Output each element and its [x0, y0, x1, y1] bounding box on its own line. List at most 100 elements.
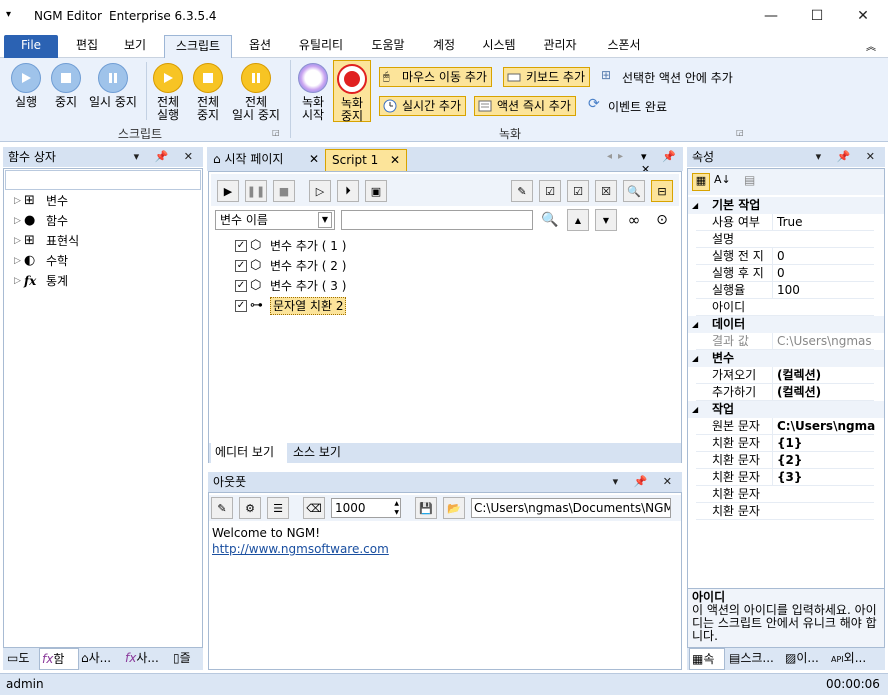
property-row[interactable]: 아이디 [696, 299, 874, 316]
step-over-button[interactable]: ▣ [365, 180, 387, 202]
run-script-button[interactable]: ▶ [217, 180, 239, 202]
panel-controls[interactable]: ▾ 📌 ✕ [613, 472, 678, 492]
property-row[interactable]: 가져오기 (컬렉션) [696, 367, 874, 384]
stop-all-button[interactable]: 전체 중지 [190, 63, 226, 122]
output-link[interactable]: http://www.ngmsoftware.com [212, 542, 389, 556]
search-icon[interactable]: 🔍 [539, 209, 561, 231]
add-action-now-button[interactable]: 액션 즉시 추가 [474, 96, 576, 116]
tab-user[interactable]: ⌂사... [79, 648, 123, 670]
line-count-stepper[interactable]: 1000 ▲ ▼ [331, 498, 401, 518]
property-row[interactable]: 실행율 100 [696, 282, 874, 299]
property-row[interactable]: 설명 [696, 231, 874, 248]
tab-user-fx[interactable]: fx사... [123, 648, 169, 670]
property-row[interactable]: 치환 문자 {1} [696, 435, 874, 452]
log-path-field[interactable]: C:\Users\ngmas\Documents\NGM6\ [471, 498, 671, 518]
tree-item-statistics[interactable]: ▷ fx 통계 [14, 271, 68, 291]
tab-doc[interactable]: ▭도 [5, 648, 39, 670]
run-all-button[interactable]: 전체 실행 [150, 63, 186, 122]
tab-nav-icons[interactable]: ◂▸ [607, 151, 629, 162]
panel-controls[interactable]: ▾ 📌 ✕ [816, 147, 881, 167]
pause-button[interactable]: 일시 중지 [86, 63, 140, 109]
panel-controls[interactable]: ▾ 📌 ✕ [134, 147, 199, 167]
property-row[interactable]: 원본 문자 C:\Users\ngma [696, 418, 875, 435]
stop-script-button[interactable]: ■ [273, 180, 295, 202]
collapse-icon[interactable]: ◢ [692, 197, 698, 214]
menu-admin[interactable]: 관리자 [534, 35, 586, 58]
pause-script-button[interactable]: ❚❚ [245, 180, 267, 202]
brush-icon[interactable]: ✎ [211, 497, 233, 519]
record-stop-button[interactable]: 녹화 중지 [333, 60, 371, 123]
expand-icon[interactable]: ▷ [14, 191, 24, 211]
action-row-selected[interactable]: ✓ ⊶ 문자열 치환 2 [235, 296, 347, 316]
menu-options[interactable]: 옵션 [238, 35, 282, 58]
collapse-icon[interactable]: ◢ [692, 316, 698, 333]
add-keyboard-button[interactable]: 키보드 추가 [503, 67, 591, 87]
collapse-icon[interactable]: ◢ [692, 401, 698, 418]
tab-source-view[interactable]: 소스 보기 [289, 443, 349, 463]
record-start-button[interactable]: 녹화 시작 [296, 63, 330, 122]
group-expand-icon[interactable]: ◲ [272, 128, 280, 137]
add-mouse-move-button[interactable]: 🖱 마우스 이동 추가 [379, 67, 492, 87]
group-expand-icon-2[interactable]: ◲ [736, 128, 744, 137]
more-icon[interactable]: ⊙ [651, 209, 673, 231]
menu-file[interactable]: File [4, 35, 58, 58]
action-checkbox[interactable]: ✓ [235, 240, 247, 252]
check-icon[interactable]: ☑ [567, 180, 589, 202]
action-checkbox[interactable]: ✓ [235, 280, 247, 292]
action-checkbox[interactable]: ✓ [235, 300, 247, 312]
action-row[interactable]: ✓ ⬡ 변수 추가 ( 2 ) [235, 256, 346, 276]
menu-utility[interactable]: 유틸리티 [290, 35, 352, 58]
close-button[interactable]: ✕ [840, 0, 886, 32]
minimize-button[interactable]: — [748, 0, 794, 32]
property-category[interactable]: ◢ 데이터 [688, 316, 884, 333]
step-into-button[interactable]: ⏵ [337, 180, 359, 202]
folder-icon[interactable]: 📂 [443, 497, 465, 519]
tab-scripts[interactable]: ▤스크... [727, 648, 783, 670]
tab-script-1[interactable]: Script 1 ✕ [325, 149, 407, 171]
tab-function[interactable]: fx함 [39, 648, 79, 670]
step-button[interactable]: ▷ [309, 180, 331, 202]
property-row[interactable]: 추가하기 (컬렉션) [696, 384, 874, 401]
variable-search-input[interactable] [341, 210, 533, 230]
edit-icon[interactable]: ✎ [511, 180, 533, 202]
tab-editor-view[interactable]: 에디터 보기 [211, 443, 287, 463]
check-all-icon[interactable]: ☑ [539, 180, 561, 202]
settings-page-icon[interactable]: ⚙ [239, 497, 261, 519]
add-inside-button[interactable]: 선택한 액션 안에 추가 [622, 69, 733, 86]
tab-external[interactable]: API외... [829, 648, 883, 670]
move-down-button[interactable]: ▼ [595, 209, 617, 231]
property-category[interactable]: ◢ 작업 [688, 401, 884, 418]
action-row[interactable]: ✓ ⬡ 변수 추가 ( 3 ) [235, 276, 346, 296]
run-button[interactable]: 실행 [8, 63, 44, 109]
find-icon[interactable]: 🔍 [623, 180, 645, 202]
expand-icon[interactable]: ▷ [14, 251, 24, 271]
tree-item-math[interactable]: ▷ ◐ 수학 [14, 251, 68, 271]
function-search-input[interactable] [5, 170, 201, 190]
tree-item-expression[interactable]: ▷ ⊞ 표현식 [14, 231, 79, 251]
property-row[interactable]: 치환 문자 {2} [696, 452, 874, 469]
save-icon[interactable]: 💾 [415, 497, 437, 519]
expand-icon[interactable]: ▷ [14, 211, 24, 231]
property-row[interactable]: 사용 여부 True [696, 214, 874, 231]
move-up-button[interactable]: ▲ [567, 209, 589, 231]
add-realtime-button[interactable]: 실시간 추가 [379, 96, 467, 116]
stop-button[interactable]: 중지 [48, 63, 84, 109]
action-checkbox[interactable]: ✓ [235, 260, 247, 272]
property-category[interactable]: ◢ 변수 [688, 350, 884, 367]
property-row[interactable]: 결과 값 C:\Users\ngmas [696, 333, 874, 350]
property-row[interactable]: 치환 문자 {3} [696, 469, 874, 486]
close-tab-icon[interactable]: ✕ [309, 149, 319, 169]
expand-icon[interactable]: ▷ [14, 271, 24, 291]
tree-item-function[interactable]: ▷ ● 함수 [14, 211, 68, 231]
tab-favorites[interactable]: ▯즐 [171, 648, 203, 670]
system-menu-icon[interactable]: ▾ [6, 9, 11, 20]
menu-script[interactable]: 스크립트 [164, 35, 232, 58]
property-row[interactable]: 치환 문자 [696, 503, 874, 520]
sort-az-icon[interactable]: A↓ [714, 173, 731, 186]
expand-icon[interactable]: ▷ [14, 231, 24, 251]
collapse-ribbon-icon[interactable]: ︽ [866, 38, 876, 53]
menu-edit[interactable]: 편집 [64, 35, 110, 58]
menu-view[interactable]: 보기 [112, 35, 158, 58]
categorized-icon[interactable]: ▦ [692, 173, 710, 191]
pause-all-button[interactable]: 전체 일시 중지 [228, 63, 284, 122]
